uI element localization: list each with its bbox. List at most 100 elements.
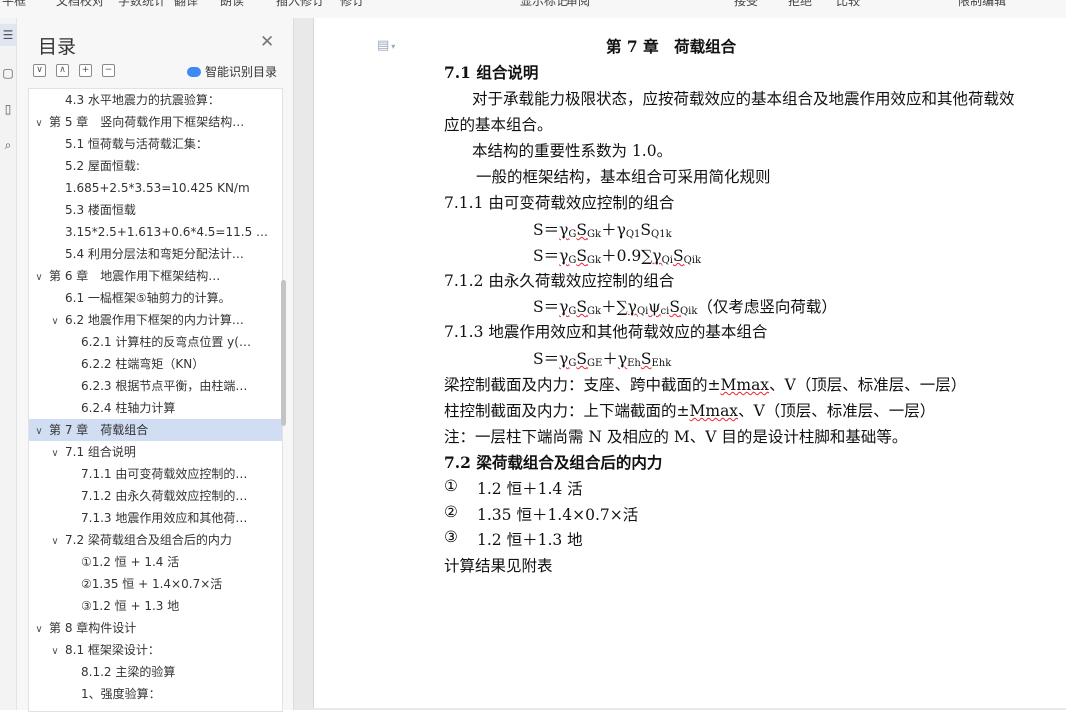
toc-item-label: 第 6 章 地震作用下框架结构…: [49, 269, 221, 283]
list-number: ③: [444, 528, 458, 546]
remove-heading-button[interactable]: −: [102, 64, 115, 77]
toc-item[interactable]: ∨ 第 5 章 竖向荷载作用下框架结构…: [29, 111, 282, 133]
chevron-down-icon[interactable]: ∨: [33, 619, 45, 639]
toc-item[interactable]: ∨ 第 7 章 荷载组合: [29, 419, 282, 441]
chevron-down-icon[interactable]: ∨: [33, 113, 45, 133]
section-heading: 7.2 梁荷载组合及组合后的内力: [444, 453, 663, 472]
toc-item-label: ③1.2 恒 + 1.3 地: [81, 599, 180, 613]
chevron-down-icon[interactable]: ∨: [49, 531, 61, 551]
ribbon-item[interactable]: 插入修订: [276, 0, 324, 9]
chevron-down-icon[interactable]: ∨: [33, 267, 45, 287]
formula-3: S＝γGSGk＋∑γQiψciSQik（仅考虑竖向荷载）: [533, 298, 837, 317]
toc-item[interactable]: 3.15*2.5+1.613+0.6*4.5=11.5 …: [29, 221, 282, 243]
toc-item[interactable]: 6.2.3 根据节点平衡，由柱端…: [29, 375, 282, 397]
paragraph: 应的基本组合。: [444, 116, 553, 134]
ribbon-item[interactable]: 修订: [340, 0, 364, 9]
ribbon-item[interactable]: 字数统计: [118, 0, 166, 9]
chevron-down-icon[interactable]: ∨: [33, 421, 45, 441]
ribbon-item[interactable]: 比较: [836, 0, 860, 9]
toc-item[interactable]: ③1.2 恒 + 1.3 地: [29, 595, 282, 617]
toc-item-label: 7.1 组合说明: [65, 445, 136, 459]
list-item: 1.35 恒＋1.4×0.7×活: [477, 506, 639, 524]
toc-item[interactable]: 4.3 水平地震力的抗震验算：: [29, 89, 282, 111]
toc-item-label: ①1.2 恒 + 1.4 活: [81, 555, 180, 569]
toc-item-label: 8.1.2 主梁的验算: [81, 665, 176, 679]
toc-item-label: ②1.35 恒 + 1.4×0.7×活: [81, 577, 223, 591]
toc-item[interactable]: 6.2.2 柱端弯矩（KN）: [29, 353, 282, 375]
ribbon-item[interactable]: 审阅: [566, 0, 590, 9]
toc-title: 目录: [38, 36, 77, 58]
formula-1: S＝γGSGk＋γQ1SQ1k: [533, 221, 672, 240]
document-page: [313, 18, 1066, 708]
close-icon[interactable]: ✕: [260, 32, 274, 52]
subsection-heading: 7.1.1 由可变荷载效应控制的组合: [444, 194, 675, 212]
chevron-down-icon[interactable]: ∨: [49, 641, 61, 661]
ribbon-item[interactable]: 接受: [734, 0, 758, 9]
toc-item[interactable]: ∨ 7.2 梁荷载组合及组合后的内力: [29, 529, 282, 551]
paragraph: 对于承载能力极限状态，应按荷载效应的基本组合及地震作用效应和其他荷载效: [472, 90, 1015, 108]
formula-2: S＝γGSGk＋0.9∑γQiSQik: [533, 247, 702, 266]
toc-item[interactable]: 7.1.3 地震作用效应和其他荷…: [29, 507, 282, 529]
chevron-down-icon[interactable]: ∨: [49, 311, 61, 331]
chapter-title: 第 7 章 荷载组合: [606, 37, 737, 56]
ribbon-item[interactable]: 拒绝: [788, 0, 812, 9]
expand-all-button[interactable]: ∧: [56, 64, 69, 77]
paragraph: 本结构的重要性系数为 1.0。: [472, 142, 673, 160]
add-heading-button[interactable]: +: [79, 64, 92, 77]
paragraph: 注：一层柱下端尚需 N 及相应的 M、V 目的是设计柱脚和基础等。: [444, 428, 908, 446]
toc-item[interactable]: 1、强度验算：: [29, 683, 282, 705]
toc-item-label: 5.2 屋面恒载:: [65, 159, 140, 173]
subsection-heading: 7.1.3 地震作用效应和其他荷载效应的基本组合: [444, 323, 768, 341]
toc-item[interactable]: ②1.35 恒 + 1.4×0.7×活: [29, 573, 282, 595]
ribbon-item[interactable]: 朗读: [220, 0, 244, 9]
toc-item-label: 第 7 章 荷载组合: [49, 423, 149, 437]
toc-item-label: 第 8 章构件设计: [49, 621, 137, 635]
toc-scrollbar[interactable]: [281, 280, 286, 426]
toc-item[interactable]: 1.685+2.5*3.53=10.425 KN/m: [29, 177, 282, 199]
toc-item[interactable]: ∨ 第 8 章构件设计: [29, 617, 282, 639]
toc-item[interactable]: 7.1.2 由永久荷载效应控制的…: [29, 485, 282, 507]
pages-icon[interactable]: ▯: [0, 98, 16, 120]
toc-item-label: 8.1 框架梁设计：: [65, 643, 160, 657]
search-icon[interactable]: ⌕: [0, 134, 16, 156]
toc-item[interactable]: 7.1.1 由可变荷载效应控制的…: [29, 463, 282, 485]
bookmark-icon[interactable]: ▢: [0, 62, 16, 84]
toc-item[interactable]: 6.2.4 柱轴力计算: [29, 397, 282, 419]
toc-item[interactable]: 5.4 利用分层法和弯矩分配法计…: [29, 243, 282, 265]
list-item: 1.2 恒＋1.3 地: [477, 531, 583, 549]
toc-item-label: 5.1 恒荷载与活荷载汇集：: [65, 137, 208, 151]
ribbon-item[interactable]: 文档校对: [56, 0, 104, 9]
subsection-heading: 7.1.2 由永久荷载效应控制的组合: [444, 272, 675, 290]
toc-item-label: 第 5 章 竖向荷载作用下框架结构…: [49, 115, 245, 129]
toc-pane: 目录 ✕ ∨ ∧ + − 智能识别目录 4.3 水平地震力的抗震验算： ∨ 第 5 …: [17, 18, 294, 712]
toc-item-label: 7.1.1 由可变荷载效应控制的…: [81, 467, 248, 481]
toc-toolbar: ∨ ∧ + −: [33, 64, 115, 77]
toc-item[interactable]: ∨ 6.2 地震作用下框架的内力计算…: [29, 309, 282, 331]
toc-item[interactable]: 5.3 楼面恒载: [29, 199, 282, 221]
toc-item[interactable]: 5.2 屋面恒载:: [29, 155, 282, 177]
toc-item[interactable]: ①1.2 恒 + 1.4 活: [29, 551, 282, 573]
collapse-all-button[interactable]: ∨: [33, 64, 46, 77]
toc-item[interactable]: 5.1 恒荷载与活荷载汇集：: [29, 133, 282, 155]
paragraph: 柱控制截面及内力：上下端截面的±Mmax、V（顶层、标准层、一层）: [444, 402, 936, 420]
list-number: ②: [444, 503, 458, 521]
ribbon-item[interactable]: 显示标记: [520, 0, 568, 9]
toc-item-label: 7.1.2 由永久荷载效应控制的…: [81, 489, 248, 503]
toc-item[interactable]: ∨ 8.1 框架梁设计：: [29, 639, 282, 661]
toc-item[interactable]: 8.1.2 主梁的验算: [29, 661, 282, 683]
toc-item-label: 4.3 水平地震力的抗震验算：: [65, 93, 220, 107]
toc-item[interactable]: ∨ 第 6 章 地震作用下框架结构…: [29, 265, 282, 287]
paragraph: 一般的框架结构，基本组合可采用简化规则: [476, 168, 771, 186]
toc-item[interactable]: ∨ 7.1 组合说明: [29, 441, 282, 463]
smart-toc-button[interactable]: 智能识别目录: [187, 63, 277, 80]
toc-item-label: 6.2 地震作用下框架的内力计算…: [65, 313, 244, 327]
formula-4: S＝γGSGE＋γEhSEhk: [533, 350, 672, 369]
toc-panel-icon[interactable]: ☰: [0, 24, 16, 46]
ribbon-item[interactable]: 翻译: [174, 0, 198, 9]
document-icon[interactable]: ▤ ▾: [377, 38, 395, 53]
ribbon-item[interactable]: 平框: [2, 0, 26, 9]
ribbon-item[interactable]: 限制编辑: [958, 0, 1006, 9]
chevron-down-icon[interactable]: ∨: [49, 443, 61, 463]
toc-item[interactable]: 6.1 一榀框架⑤轴剪力的计算。: [29, 287, 282, 309]
toc-item[interactable]: 6.2.1 计算柱的反弯点位置 y(…: [29, 331, 282, 353]
